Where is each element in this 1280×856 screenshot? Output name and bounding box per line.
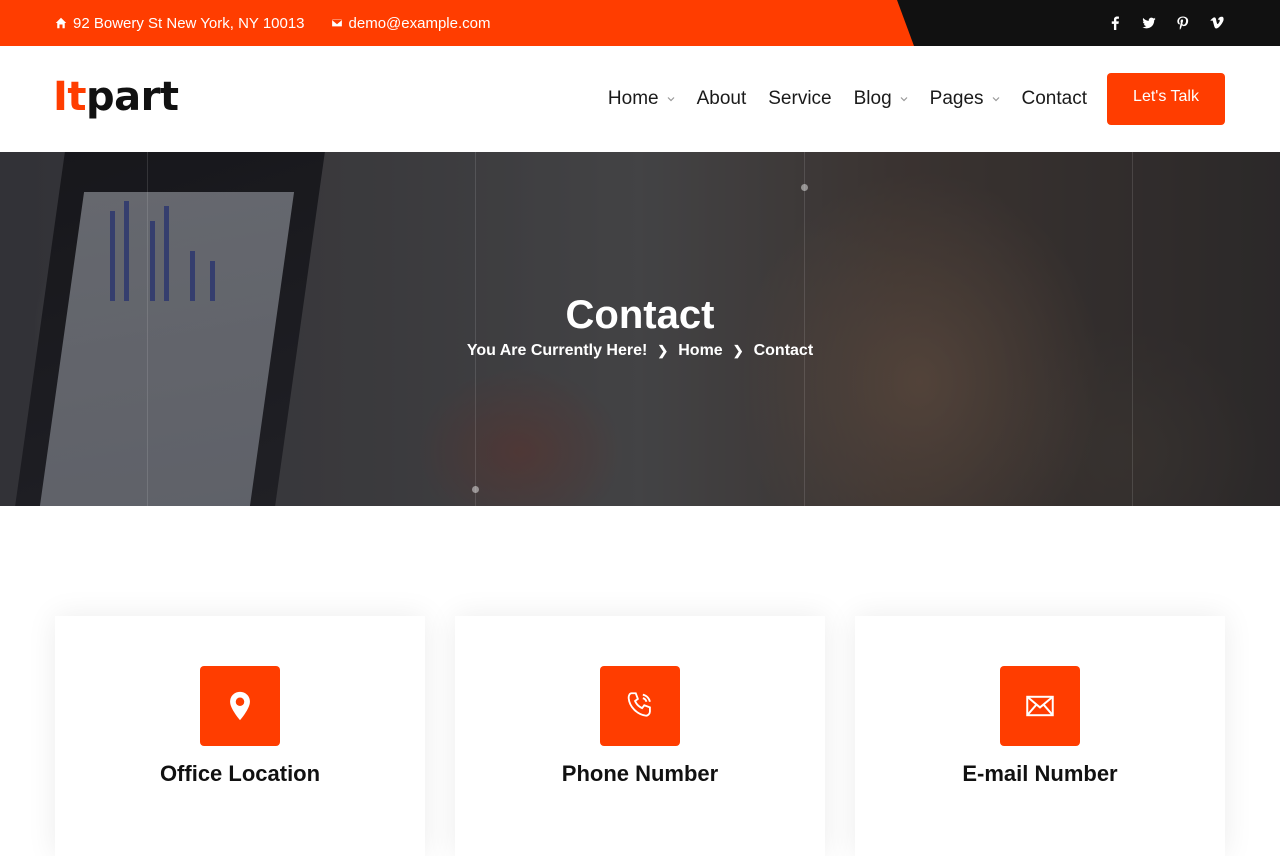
nav-label: Home	[607, 88, 659, 109]
nav-item-home[interactable]: Home	[608, 88, 675, 110]
chevron-right-icon: ❯	[732, 343, 744, 358]
nav-label: About	[696, 88, 747, 109]
office-location-card: Office Location	[55, 616, 425, 856]
logo-text: part	[86, 74, 179, 120]
icon-box	[1000, 666, 1080, 746]
breadcrumb-current: Contact	[753, 342, 814, 359]
lets-talk-button[interactable]: Let's Talk	[1107, 73, 1225, 125]
nav-label: Service	[768, 88, 832, 109]
facebook-icon[interactable]	[1107, 15, 1123, 31]
main-nav: Home About Service Blog Pages Contact	[608, 46, 1087, 152]
chevron-down-icon	[900, 97, 908, 102]
map-pin-icon	[230, 691, 250, 721]
icon-box	[200, 666, 280, 746]
phone-number-card: Phone Number	[455, 616, 825, 856]
phone-icon	[627, 692, 651, 717]
card-title: E-mail Number	[962, 761, 1118, 786]
home-icon	[55, 17, 67, 29]
address-text: 92 Bowery St New York, NY 10013	[73, 14, 305, 32]
chevron-down-icon	[992, 97, 999, 102]
banner-dot	[801, 184, 808, 191]
social-links	[1107, 0, 1225, 46]
nav-label: Blog	[853, 88, 892, 109]
breadcrumb-home-link[interactable]: Home	[678, 342, 722, 360]
address-item: 92 Bowery St New York, NY 10013	[55, 15, 305, 32]
icon-box	[600, 666, 680, 746]
nav-item-pages[interactable]: Pages	[930, 88, 1000, 110]
logo[interactable]: Itpart	[53, 74, 179, 120]
twitter-icon[interactable]	[1141, 15, 1157, 31]
chevron-right-icon: ❯	[657, 343, 669, 358]
email-item[interactable]: demo@example.com	[330, 15, 491, 32]
logo-accent: It	[53, 74, 87, 120]
nav-item-blog[interactable]: Blog	[854, 88, 908, 110]
contact-info: 92 Bowery St New York, NY 10013 demo@exa…	[55, 0, 490, 46]
chevron-down-icon	[667, 97, 675, 102]
nav-label: Contact	[1021, 88, 1087, 109]
vimeo-icon[interactable]	[1209, 15, 1225, 31]
email-card: E-mail Number	[855, 616, 1225, 856]
pinterest-icon[interactable]	[1175, 15, 1191, 31]
nav-item-contact[interactable]: Contact	[1022, 88, 1087, 110]
mail-icon	[330, 18, 343, 28]
breadcrumb: You Are Currently Here! ❯ Home ❯ Contact	[0, 342, 1280, 360]
email-text[interactable]: demo@example.com	[349, 15, 491, 32]
banner-dot	[472, 486, 479, 493]
card-title: Office Location	[159, 761, 321, 786]
main-header: Itpart Home About Service Blog Pages Con…	[0, 46, 1280, 152]
breadcrumb-lead: You Are Currently Here!	[466, 342, 648, 359]
nav-item-about[interactable]: About	[697, 88, 747, 110]
nav-label: Pages	[929, 88, 984, 109]
card-title: Phone Number	[561, 761, 719, 786]
contact-cards: Office Location Phone Number E-mail Numb…	[55, 616, 1225, 856]
envelope-icon	[1026, 695, 1054, 717]
page-title: Contact	[565, 293, 715, 337]
page-banner: Contact You Are Currently Here! ❯ Home ❯…	[0, 152, 1280, 506]
nav-item-service[interactable]: Service	[768, 88, 831, 110]
top-bar: 92 Bowery St New York, NY 10013 demo@exa…	[0, 0, 1280, 46]
